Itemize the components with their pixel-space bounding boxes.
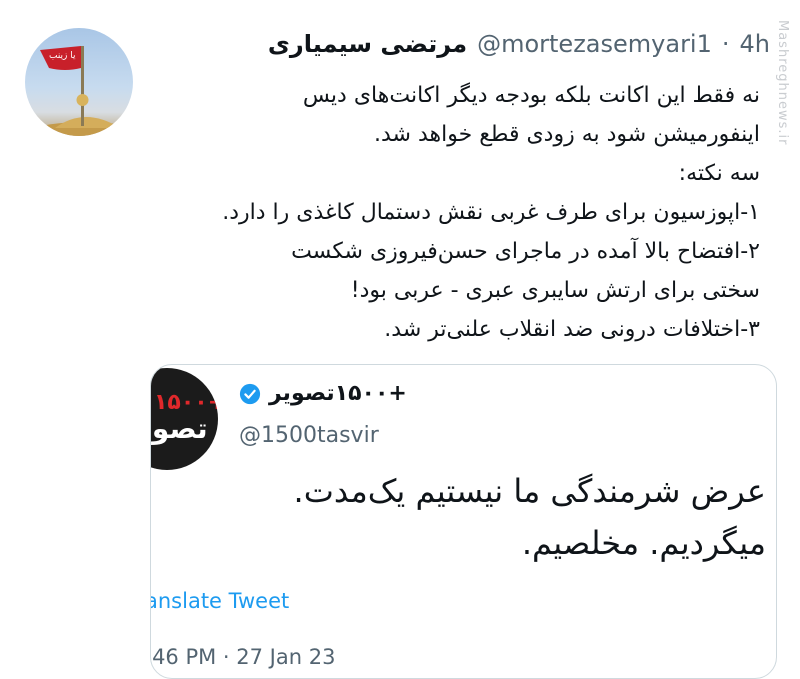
author-handle[interactable]: @mortezasemyari1	[477, 30, 712, 58]
quoted-display-name[interactable]: +۱۵۰۰تصویر	[269, 381, 407, 406]
quoted-timestamp[interactable]: :46 PM · 27 Jan 23	[151, 645, 335, 669]
author-avatar[interactable]: یا زینب	[25, 28, 133, 136]
tweet-line: ۱-اپوزسیون برای طرف غربی نقش دستمال کاغذ…	[222, 200, 760, 225]
quoted-text: عرض شرمندگی ما نیستیم یک‌مدت. میگردیم. م…	[151, 465, 766, 569]
tweet-line: سختی برای ارتش سایبری عبری - عربی بود!	[350, 278, 760, 303]
quoted-line: میگردیم. مخلصیم.	[521, 524, 766, 562]
author-display-name[interactable]: مرتضی سیمیاری	[268, 30, 467, 58]
quoted-header: +۱۵۰۰تصویر	[239, 381, 407, 406]
translate-tweet-link[interactable]: anslate Tweet	[151, 589, 289, 613]
tweet-line: اینفورمیشن شود به زودی قطع خواهد شد.	[374, 122, 760, 147]
tweet-header: مرتضی سیمیاری @mortezasemyari1 · 4h	[268, 30, 770, 66]
tweet-line: ۲-افتضاح بالا آمده در ماجرای حسن‌فیروزی …	[291, 239, 760, 264]
quoted-line: عرض شرمندگی ما نیستیم یک‌مدت.	[293, 472, 766, 510]
header-separator: ·	[721, 30, 730, 58]
verified-badge-icon	[239, 383, 261, 404]
tweet-line: نه فقط این اکانت بلکه بودجه دیگر اکانت‌ه…	[302, 83, 760, 108]
tweet-line: سه نکته:	[678, 161, 760, 186]
avatar-flag-text: یا زینب	[49, 51, 76, 61]
watermark-text: Mashreghnews.ir	[775, 20, 790, 146]
avatar-flag-image	[25, 46, 133, 136]
quoted-tweet-card[interactable]: ۱۵۰۰+ تصویر +۱۵۰۰تصویر @1500tasvir عرض ش…	[150, 364, 777, 679]
tweet-line: ۳-اختلافات درونی ضد انقلاب علنی‌تر شد.	[384, 317, 760, 342]
tweet-text: نه فقط این اکانت بلکه بودجه دیگر اکانت‌ه…	[160, 76, 760, 349]
quoted-avatar-word: تصویر	[151, 412, 208, 445]
quoted-avatar[interactable]: ۱۵۰۰+ تصویر	[151, 368, 218, 470]
quoted-handle[interactable]: @1500tasvir	[239, 423, 379, 448]
